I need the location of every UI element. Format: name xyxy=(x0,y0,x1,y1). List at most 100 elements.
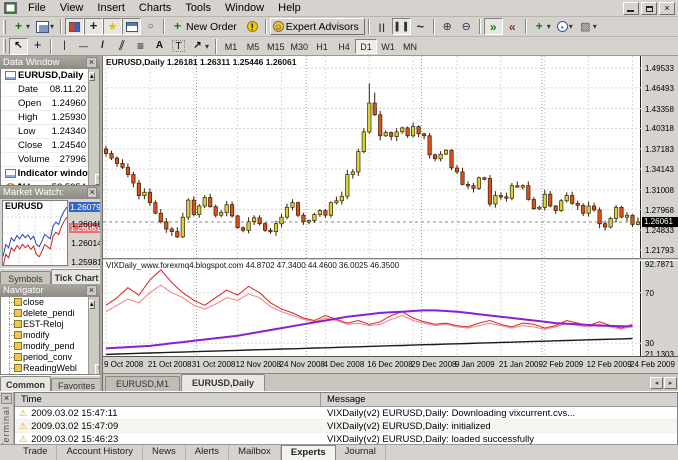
close-icon[interactable]: × xyxy=(1,393,12,404)
terminal-tab-alerts[interactable]: Alerts xyxy=(186,445,229,460)
scroll-right-icon[interactable]: ▸ xyxy=(664,377,677,389)
toolbar-grip[interactable] xyxy=(3,39,6,53)
auto-scroll-button[interactable] xyxy=(484,18,503,35)
new-order-button[interactable]: New Order xyxy=(168,18,243,35)
data-window-row: Close1.24540 xyxy=(1,139,99,153)
timeframe-m5[interactable]: M5 xyxy=(242,39,264,54)
navigator-item-modify[interactable]: modify xyxy=(1,330,99,341)
indicators-button[interactable]: ▾ xyxy=(530,18,554,35)
dropdown-arrow-icon: ▾ xyxy=(25,22,30,31)
horizontal-line-tool-button[interactable] xyxy=(74,38,93,55)
tab-tick-chart[interactable]: Tick Chart xyxy=(51,269,102,284)
minimize-button[interactable] xyxy=(623,2,639,15)
bar-chart-button[interactable] xyxy=(373,18,392,35)
restore-button[interactable] xyxy=(641,2,657,15)
column-message[interactable]: Message xyxy=(321,393,677,406)
expert-advisors-button[interactable]: Expert Advisors xyxy=(270,18,365,35)
profiles-icon xyxy=(36,21,49,33)
toolbar-separator xyxy=(368,19,370,34)
profiles-button[interactable]: ▾ xyxy=(33,18,57,35)
terminal-tab-account-history[interactable]: Account History xyxy=(57,445,143,460)
tab-common[interactable]: Common xyxy=(0,376,51,391)
terminal-tab-journal[interactable]: Journal xyxy=(336,445,386,460)
fibonacci-tool-button[interactable] xyxy=(131,38,150,55)
chart-shift-button[interactable] xyxy=(503,18,522,35)
indicator-scale-label: 92.7871 xyxy=(645,260,674,269)
tab-symbols[interactable]: Symbols xyxy=(0,271,51,284)
line-chart-button[interactable] xyxy=(411,18,430,35)
strategy-tester-toggle-button[interactable] xyxy=(141,18,160,35)
label-tool-button[interactable] xyxy=(169,38,188,55)
indicator-scale[interactable]: 92.7871703021.1303 xyxy=(642,261,678,356)
new-chart-button[interactable]: ▾ xyxy=(9,18,33,35)
timeframe-m30[interactable]: M30 xyxy=(288,39,312,54)
cursor-tool-button[interactable] xyxy=(9,38,28,55)
restore-icon xyxy=(646,6,653,12)
menu-view[interactable]: View xyxy=(53,1,91,15)
terminal-log-row[interactable]: ⚠2009.03.02 15:47:11VIXDaily(v2) EURUSD,… xyxy=(15,407,677,420)
navigator-toggle-button[interactable] xyxy=(103,18,122,35)
shapes-tool-button[interactable]: ▾ xyxy=(188,38,212,55)
menu-charts[interactable]: Charts xyxy=(132,1,178,15)
navigator-item-delete_pendi[interactable]: delete_pendi xyxy=(1,308,99,319)
navigator-item-period_conv[interactable]: period_conv xyxy=(1,352,99,363)
scroll-down-icon[interactable]: ▾ xyxy=(95,174,100,185)
timeframe-d1[interactable]: D1 xyxy=(355,39,377,54)
chart-tab-eurusd-m1[interactable]: EURUSD,M1 xyxy=(105,376,180,391)
data-window-body: ▴ ▾ EURUSD,DailyDate08.11.20Open1.24960H… xyxy=(0,69,100,186)
close-button[interactable]: × xyxy=(659,2,675,15)
terminal-tab-news[interactable]: News xyxy=(143,445,186,460)
timeframe-h4[interactable]: H4 xyxy=(333,39,355,54)
chart-tab-eurusd-daily[interactable]: EURUSD,Daily xyxy=(181,374,265,391)
menu-window[interactable]: Window xyxy=(218,1,271,15)
price-scale[interactable]: 1.495331.464931.433581.403181.371831.341… xyxy=(642,56,678,258)
zoom-out-button[interactable] xyxy=(457,18,476,35)
navigator-titlebar: Navigator × xyxy=(0,284,100,297)
data-window-scrollbar[interactable]: ▴ ▾ xyxy=(88,69,99,185)
tab-favorites[interactable]: Favorites xyxy=(51,378,102,391)
scroll-up-icon[interactable]: ▴ xyxy=(89,72,95,81)
terminal-log-row[interactable]: ⚠2009.03.02 15:47:09VIXDaily(v2) EURUSD,… xyxy=(15,420,677,433)
navigator-item-close[interactable]: close xyxy=(1,297,99,308)
navigator-item-readingwebl[interactable]: ReadingWebl xyxy=(1,363,99,374)
navigator-item-modify_pend[interactable]: modify_pend xyxy=(1,341,99,352)
zoom-in-button[interactable] xyxy=(438,18,457,35)
data-window-toggle-button[interactable] xyxy=(84,18,103,35)
candlestick-plot[interactable]: EURUSD,Daily 1.26181 1.26311 1.25446 1.2… xyxy=(103,56,641,258)
terminal-side-label: Terminal xyxy=(1,406,11,448)
channel-tool-button[interactable] xyxy=(112,38,131,55)
menu-tools[interactable]: Tools xyxy=(178,1,218,15)
terminal-tab-experts[interactable]: Experts xyxy=(281,445,336,460)
toolbar-grip[interactable] xyxy=(3,20,6,34)
terminal-tab-trade[interactable]: Trade xyxy=(14,445,57,460)
menu-insert[interactable]: Insert xyxy=(90,1,132,15)
alert-button[interactable] xyxy=(243,18,262,35)
navigator-item-est-reloj[interactable]: EST-Reloj xyxy=(1,319,99,330)
timeframe-m15[interactable]: M15 xyxy=(264,39,288,54)
time-axis[interactable]: 9 Oct 200821 Oct 200831 Oct 200812 Nov 2… xyxy=(103,356,678,373)
terminal-tab-mailbox[interactable]: Mailbox xyxy=(229,445,281,460)
timeframe-w1[interactable]: W1 xyxy=(377,39,399,54)
column-time[interactable]: Time xyxy=(15,393,321,406)
candlestick-chart-button[interactable] xyxy=(392,18,411,35)
scroll-left-icon[interactable]: ◂ xyxy=(650,377,663,389)
indicator-plot[interactable]: VIXDaily_www.forexmq4.blogspot.com 44.87… xyxy=(103,261,641,356)
terminal-toggle-button[interactable] xyxy=(122,18,141,35)
menu-help[interactable]: Help xyxy=(271,1,308,15)
close-icon[interactable]: × xyxy=(87,187,97,198)
close-icon[interactable]: × xyxy=(86,57,97,68)
periods-button[interactable]: ▾ xyxy=(554,18,576,35)
vertical-line-tool-button[interactable] xyxy=(55,38,74,55)
crosshair-tool-button[interactable] xyxy=(28,38,47,55)
fibonacci-icon xyxy=(134,40,147,52)
market-watch-toggle-button[interactable] xyxy=(65,18,84,35)
timeframe-mn[interactable]: MN xyxy=(399,39,421,54)
close-icon[interactable]: × xyxy=(86,285,97,296)
trendline-tool-button[interactable] xyxy=(93,38,112,55)
menu-file[interactable]: File xyxy=(21,1,53,15)
templates-button[interactable]: ▾ xyxy=(576,18,600,35)
timeframe-h1[interactable]: H1 xyxy=(311,39,333,54)
time-axis-label: 21 Jan 2009 xyxy=(499,360,543,369)
timeframe-m1[interactable]: M1 xyxy=(220,39,242,54)
text-tool-button[interactable] xyxy=(150,38,169,55)
